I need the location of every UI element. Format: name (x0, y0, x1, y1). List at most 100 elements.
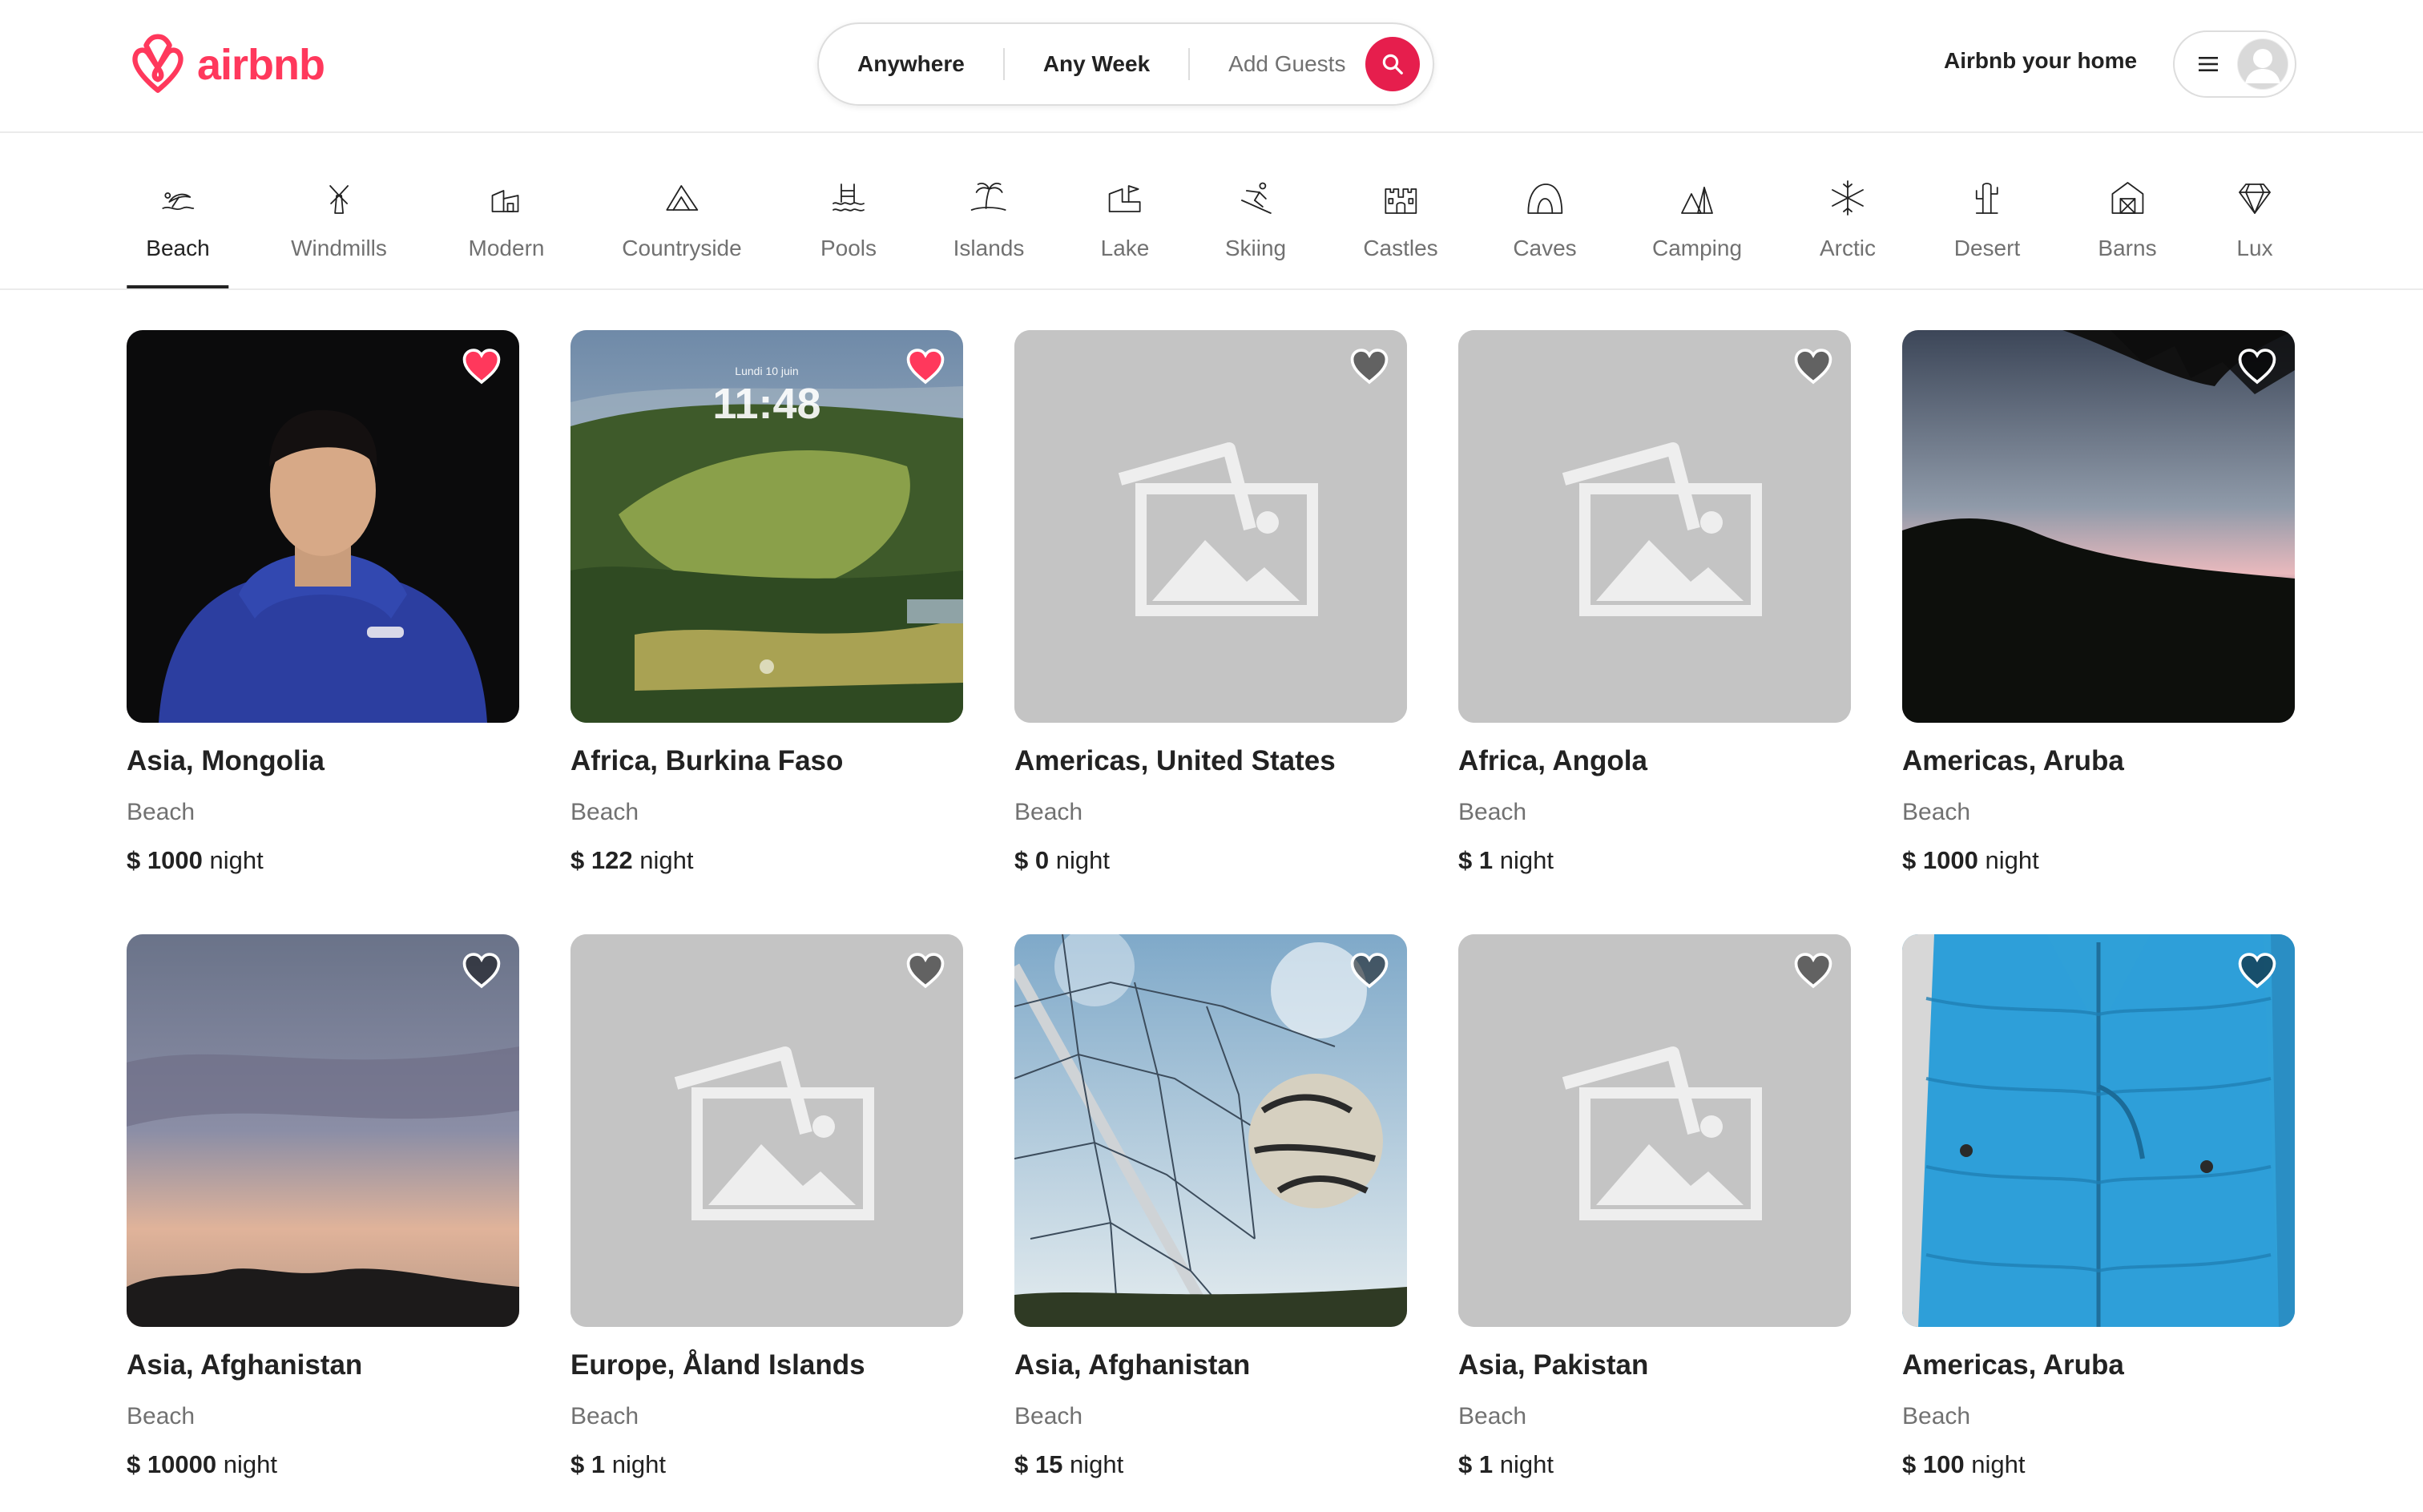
favorite-heart-icon[interactable] (2237, 952, 2277, 989)
image-placeholder-icon (1458, 330, 1851, 723)
price-currency: $ (570, 846, 585, 874)
category-tab-modern[interactable]: Modern (469, 178, 544, 288)
airbnb-logo-icon (132, 34, 183, 93)
price-amount: 1000 (147, 846, 203, 874)
listing-photo[interactable] (1014, 934, 1407, 1327)
favorite-heart-icon[interactable] (462, 952, 502, 989)
listing-price: $ 1 night (570, 1450, 963, 1479)
price-currency: $ (570, 1450, 585, 1478)
listing-category: Beach (1902, 1403, 1971, 1429)
favorite-heart-icon[interactable] (1793, 348, 1833, 385)
listing-location: Americas, United States (1014, 745, 1336, 776)
price-amount: 122 (591, 846, 633, 874)
price-unit: night (1971, 1450, 2026, 1478)
price-unit: night (223, 1450, 277, 1478)
listing-photo[interactable]: Lundi 10 juin 11:48 (570, 330, 963, 723)
search-bar[interactable]: Anywhere Any Week Add Guests (817, 22, 1434, 106)
cave-icon (1527, 183, 1562, 214)
category-tab-beach[interactable]: Beach (127, 178, 229, 288)
listing-category: Beach (1014, 799, 1083, 825)
favorite-heart-icon[interactable] (1349, 348, 1389, 385)
listing-location: Europe, Åland Islands (570, 1349, 865, 1381)
windmill-icon (329, 185, 349, 214)
cactus-icon (1976, 183, 1998, 214)
listing-card[interactable]: Asia, Afghanistan Beach $ 15 night (1014, 934, 1407, 1479)
category-tab-windmills[interactable]: Windmills (291, 178, 387, 288)
listing-card[interactable]: Europe, Åland Islands Beach $ 1 night (570, 934, 963, 1479)
listing-photo[interactable] (1458, 934, 1851, 1327)
category-label: Skiing (1224, 236, 1287, 260)
listing-location: Africa, Burkina Faso (570, 745, 844, 776)
listing-photo[interactable] (570, 934, 963, 1327)
listing-price: $ 1 night (1458, 846, 1851, 875)
category-tab-pools[interactable]: Pools (820, 178, 877, 288)
category-label: Lux (2236, 236, 2273, 260)
listing-photo[interactable] (127, 330, 519, 723)
listing-category: Beach (570, 799, 639, 825)
price-amount: 0 (1034, 846, 1050, 874)
listing-category: Beach (1902, 799, 1971, 825)
category-tab-lux[interactable]: Lux (2235, 178, 2275, 288)
lockscreen-date: Lundi 10 juin (735, 365, 798, 377)
category-tab-camping[interactable]: Camping (1652, 178, 1742, 288)
listing-photo[interactable] (1902, 934, 2295, 1327)
listing-location: Africa, Angola (1458, 745, 1647, 776)
price-currency: $ (1458, 1450, 1473, 1478)
price-unit: night (611, 1450, 666, 1478)
search-any-week-button[interactable]: Any Week (1005, 51, 1188, 77)
favorite-heart-icon[interactable] (905, 348, 945, 385)
listing-card[interactable]: Lundi 10 juin 11:48 Africa, Burkina Faso… (570, 330, 963, 875)
search-add-guests-button[interactable]: Add Guests (1190, 51, 1365, 77)
price-currency: $ (1014, 1450, 1029, 1478)
listing-photo[interactable] (1902, 330, 2295, 723)
listing-card[interactable]: Americas, Aruba Beach $ 100 night (1902, 934, 2295, 1479)
favorite-heart-icon[interactable] (2237, 348, 2277, 385)
listing-card[interactable]: Asia, Mongolia Beach $ 1000 night (127, 330, 519, 875)
airbnb-logo[interactable]: airbnb (127, 30, 325, 99)
category-tab-desert[interactable]: Desert (1954, 178, 2020, 288)
airbnb-your-home-link[interactable]: Airbnb your home (1944, 48, 2137, 74)
category-tab-arctic[interactable]: Arctic (1820, 178, 1876, 288)
favorite-heart-icon[interactable] (462, 348, 502, 385)
category-label: Camping (1651, 236, 1743, 260)
snowflake-icon (1832, 180, 1864, 216)
camping-icon (1681, 187, 1713, 214)
listing-photo[interactable] (1014, 330, 1407, 723)
price-currency: $ (1902, 846, 1917, 874)
listing-photo[interactable] (1458, 330, 1851, 723)
category-label: Pools (820, 236, 877, 260)
price-unit: night (1055, 846, 1110, 874)
listing-card[interactable]: Americas, Aruba Beach $ 1000 night (1902, 330, 2295, 875)
modern-house-icon (492, 190, 519, 212)
category-bar: Beach Windmills Modern Countryside Pools… (0, 133, 2423, 290)
price-amount: 1 (591, 1450, 606, 1478)
category-tab-islands[interactable]: Islands (953, 178, 1024, 288)
search-button[interactable] (1365, 37, 1420, 91)
user-menu-button[interactable] (2173, 30, 2296, 98)
search-anywhere-button[interactable]: Anywhere (819, 51, 1003, 77)
listing-card[interactable]: Americas, United States Beach $ 0 night (1014, 330, 1407, 875)
price-amount: 10000 (147, 1450, 217, 1478)
favorite-heart-icon[interactable] (1793, 952, 1833, 989)
listing-photo[interactable] (127, 934, 519, 1327)
price-unit: night (1499, 846, 1554, 874)
listing-card[interactable]: Asia, Afghanistan Beach $ 10000 night (127, 934, 519, 1479)
favorite-heart-icon[interactable] (1349, 952, 1389, 989)
category-tab-countryside[interactable]: Countryside (622, 178, 742, 288)
category-tab-skiing[interactable]: Skiing (1225, 178, 1286, 288)
listing-price: $ 100 night (1902, 1450, 2295, 1479)
category-tab-barns[interactable]: Barns (2098, 178, 2157, 288)
price-unit: night (1499, 1450, 1554, 1478)
category-tab-castles[interactable]: Castles (1363, 178, 1438, 288)
category-tab-caves[interactable]: Caves (1513, 178, 1577, 288)
favorite-heart-icon[interactable] (905, 952, 945, 989)
listing-price: $ 10000 night (127, 1450, 519, 1479)
listing-card[interactable]: Africa, Angola Beach $ 1 night (1458, 330, 1851, 875)
listing-card[interactable]: Asia, Pakistan Beach $ 1 night (1458, 934, 1851, 1479)
mountain-icon (666, 185, 698, 211)
barn-icon (2111, 182, 2143, 214)
category-label: Barns (2098, 236, 2157, 260)
category-tab-lake[interactable]: Lake (1101, 178, 1149, 288)
image-placeholder-icon (570, 934, 963, 1327)
price-unit: night (209, 846, 264, 874)
